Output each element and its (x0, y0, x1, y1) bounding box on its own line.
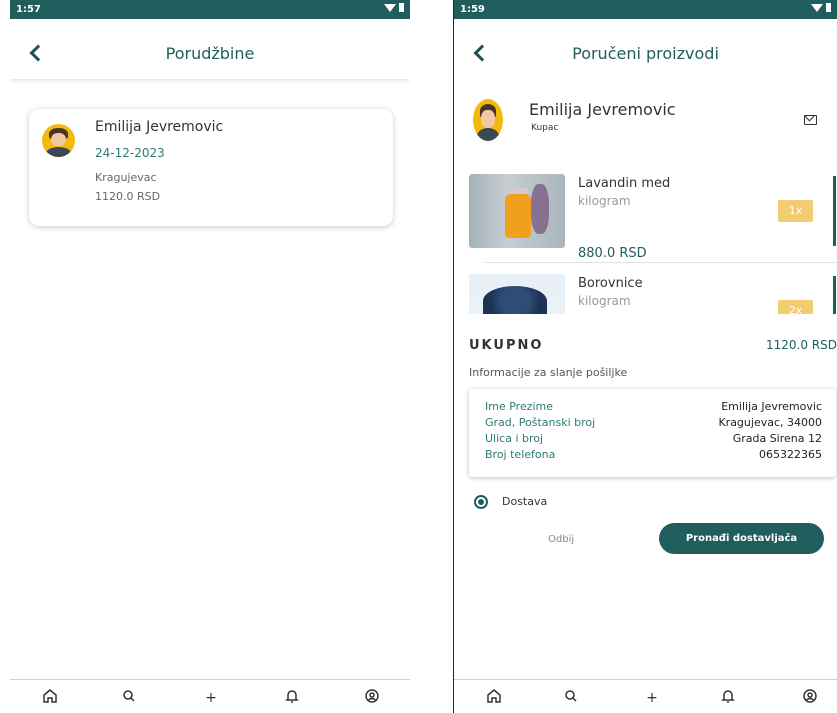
orders-screen: 1:57 Porudžbine Emilija Jevremovic 24-12… (10, 0, 410, 713)
delivery-radio[interactable] (474, 495, 488, 509)
total-label: UKUPNO (469, 338, 544, 353)
shipping-info-card: Ime Prezime Emilija Jevremovic Grad, Poš… (469, 389, 836, 477)
bottom-nav: + (454, 679, 837, 713)
home-icon[interactable] (484, 688, 504, 708)
product-image (469, 274, 565, 314)
product-image (469, 174, 565, 248)
bell-icon[interactable] (718, 688, 738, 708)
page-title: Poručeni proizvodi (572, 44, 719, 63)
scroll-indicator (833, 176, 836, 246)
product-unit: kilogram (578, 194, 631, 208)
search-icon[interactable] (119, 688, 139, 708)
profile-icon[interactable] (800, 688, 820, 708)
buyer-name: Emilija Jevremovic (529, 100, 676, 119)
shipping-key: Ulica i broj (485, 432, 544, 445)
status-time: 1:57 (16, 4, 41, 15)
scroll-indicator (833, 276, 836, 314)
delivery-label: Dostava (502, 495, 548, 508)
battery-icon (826, 3, 831, 12)
ordered-products-screen: 1:59 Poručeni proizvodi Emilija Jevremov… (453, 0, 837, 713)
order-card[interactable]: Emilija Jevremovic 24-12-2023 Kragujevac… (29, 109, 393, 226)
order-city: Kragujevac (95, 171, 157, 184)
avatar (42, 124, 75, 157)
status-time: 1:59 (460, 4, 485, 15)
buyer-role: Kupac (531, 123, 559, 133)
status-bar: 1:57 (10, 0, 410, 19)
shipping-key: Ime Prezime (485, 400, 554, 413)
bell-icon[interactable] (282, 688, 302, 708)
battery-icon (399, 3, 404, 12)
shipping-value: Kragujevac, 34000 (718, 416, 822, 429)
quantity-badge: 1x (778, 200, 813, 222)
wifi-icon (811, 3, 823, 12)
shipping-key: Grad, Poštanski broj (485, 416, 596, 429)
shipping-row: Grad, Poštanski broj Kragujevac, 34000 (485, 416, 822, 430)
shipping-title: Informacije za slanje pošiljke (469, 366, 628, 379)
status-bar: 1:59 (454, 0, 837, 19)
quantity-badge: 2x (778, 300, 813, 314)
order-date: 24-12-2023 (95, 146, 165, 160)
shipping-value: Emilija Jevremovic (721, 400, 822, 413)
avatar (473, 99, 503, 141)
order-price: 1120.0 RSD (95, 190, 161, 203)
shipping-row: Broj telefona 065322365 (485, 448, 822, 462)
app-bar: Poručeni proizvodi (454, 19, 837, 79)
product-item[interactable]: Lavandin med kilogram 880.0 RSD 1x (469, 164, 837, 263)
shipping-key: Broj telefona (485, 448, 556, 461)
app-bar: Porudžbine (10, 19, 410, 79)
order-customer-name: Emilija Jevremovic (95, 119, 224, 135)
reject-button[interactable]: Odbij (548, 534, 574, 545)
mail-icon[interactable] (804, 115, 817, 125)
profile-icon[interactable] (362, 688, 382, 708)
product-list[interactable]: Lavandin med kilogram 880.0 RSD 1x Borov… (454, 164, 837, 314)
bottom-nav: + (10, 679, 410, 713)
search-icon[interactable] (561, 688, 581, 708)
page-title: Porudžbine (165, 44, 255, 63)
shipping-row: Ime Prezime Emilija Jevremovic (485, 400, 822, 414)
product-name: Lavandin med (578, 176, 671, 191)
find-courier-button[interactable]: Pronađi dostavljača (659, 523, 824, 554)
wifi-icon (384, 3, 396, 12)
shipping-value: 065322365 (759, 448, 822, 461)
buyer-header: Emilija Jevremovic Kupac (454, 79, 837, 164)
product-price: 880.0 RSD (578, 246, 647, 261)
plus-icon[interactable]: + (642, 688, 662, 708)
divider (484, 262, 837, 263)
product-name: Borovnice (578, 276, 643, 291)
shipping-value: Grada Sirena 12 (732, 432, 822, 445)
plus-icon[interactable]: + (201, 688, 221, 708)
total-value: 1120.0 RSD (766, 338, 837, 352)
product-item[interactable]: Borovnice kilogram 2x (469, 264, 824, 314)
shipping-row: Ulica i broj Grada Sirena 12 (485, 432, 822, 446)
product-unit: kilogram (578, 294, 631, 308)
home-icon[interactable] (40, 688, 60, 708)
